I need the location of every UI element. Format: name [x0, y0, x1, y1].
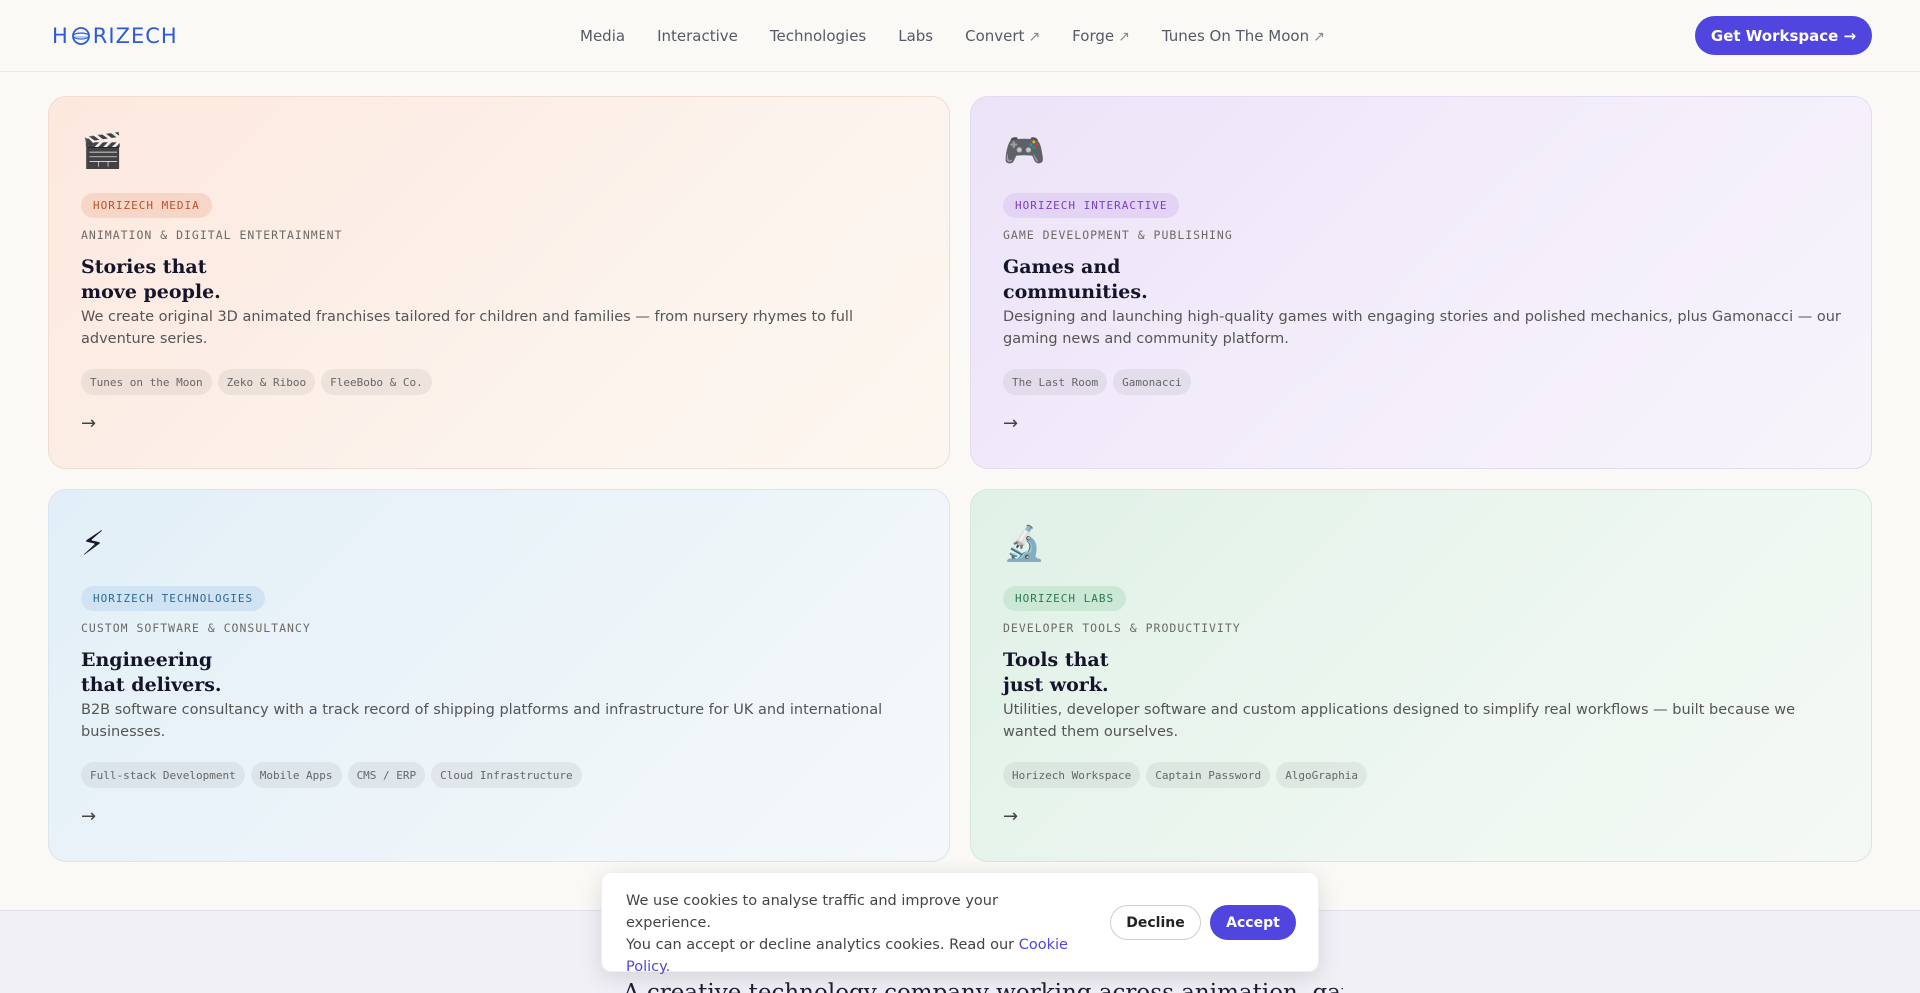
get-workspace-button[interactable]: Get Workspace →: [1695, 16, 1872, 55]
card-kicker: CUSTOM SOFTWARE & CONSULTANCY: [81, 621, 311, 635]
cookie-message: We use cookies to analyse traffic and im…: [626, 893, 1068, 975]
card-headline: Tools that just work.: [1003, 649, 1109, 696]
card-media[interactable]: 🎬 HORIZECH MEDIA ANIMATION & DIGITAL ENT…: [48, 96, 950, 469]
card-badge: HORIZECH MEDIA: [81, 193, 212, 218]
arrow-right-icon[interactable]: →: [1003, 806, 1018, 827]
horizech-logo[interactable]: H RIZECH: [52, 22, 178, 50]
decline-button[interactable]: Decline: [1110, 905, 1201, 940]
tag: Zeko & Riboo: [217, 369, 316, 395]
card-tags: Full-stack Development Mobile Apps CMS /…: [81, 762, 582, 788]
main-nav: Media Interactive Technologies Labs Conv…: [580, 24, 1357, 48]
lightning-icon: ⚡: [81, 524, 105, 564]
card-labs[interactable]: 🔬 HORIZECH LABS DEVELOPER TOOLS & PRODUC…: [970, 489, 1872, 862]
tag: Full-stack Development: [81, 762, 245, 788]
card-tags: Tunes on the Moon Zeko & Riboo FleeBobo …: [81, 369, 432, 395]
logo-text-right: RIZECH: [92, 24, 178, 48]
card-badge: HORIZECH INTERACTIVE: [1003, 193, 1180, 218]
gamepad-icon: 🎮: [1003, 131, 1046, 171]
nav-convert[interactable]: Convert ↗: [965, 24, 1040, 48]
tag: Tunes on the Moon: [81, 369, 212, 395]
card-kicker: ANIMATION & DIGITAL ENTERTAINMENT: [81, 228, 343, 242]
nav-labs[interactable]: Labs: [898, 24, 933, 48]
nav-interactive[interactable]: Interactive: [657, 24, 738, 48]
card-headline: Stories that move people.: [81, 256, 221, 303]
tag: Horizech Workspace: [1003, 762, 1141, 788]
arrow-right-icon[interactable]: →: [81, 413, 96, 434]
globe-icon: [71, 27, 90, 45]
card-description: B2B software consultancy with a track re…: [81, 702, 883, 740]
accept-button[interactable]: Accept: [1210, 905, 1296, 940]
card-description: We create original 3D animated franchise…: [81, 309, 853, 347]
tag: AlgoGraphia: [1276, 762, 1368, 788]
nav-media[interactable]: Media: [580, 24, 625, 48]
external-link-icon: ↗: [1313, 29, 1325, 45]
tag: Gamonacci: [1113, 369, 1191, 395]
tag: Mobile Apps: [250, 762, 342, 788]
card-kicker: DEVELOPER TOOLS & PRODUCTIVITY: [1003, 621, 1241, 635]
card-headline: Games and communities.: [1003, 256, 1148, 303]
nav-technologies[interactable]: Technologies: [770, 24, 866, 48]
site-header: H RIZECH Media Interactive Technologies …: [0, 0, 1920, 72]
arrow-right-icon[interactable]: →: [1003, 413, 1018, 434]
logo-text-left: H: [52, 24, 69, 48]
arrow-right-icon[interactable]: →: [81, 806, 96, 827]
tag: FleeBobo & Co.: [321, 369, 432, 395]
intro-tagline: A creative technology company working ac…: [623, 980, 1343, 993]
tag: Cloud Infrastructure: [431, 762, 582, 788]
nav-forge[interactable]: Forge ↗: [1072, 24, 1130, 48]
card-badge: HORIZECH TECHNOLOGIES: [81, 586, 266, 611]
clapperboard-icon: 🎬: [81, 131, 124, 171]
card-headline: Engineering that delivers.: [81, 649, 222, 696]
nav-tunes-on-the-moon[interactable]: Tunes On The Moon ↗: [1162, 24, 1325, 48]
tag: CMS / ERP: [347, 762, 426, 788]
microscope-icon: 🔬: [1003, 524, 1046, 564]
external-link-icon: ↗: [1118, 29, 1130, 45]
card-kicker: GAME DEVELOPMENT & PUBLISHING: [1003, 228, 1233, 242]
card-tags: The Last Room Gamonacci: [1003, 369, 1191, 395]
card-interactive[interactable]: 🎮 HORIZECH INTERACTIVE GAME DEVELOPMENT …: [970, 96, 1872, 469]
tag: The Last Room: [1003, 369, 1108, 395]
card-technologies[interactable]: ⚡ HORIZECH TECHNOLOGIES CUSTOM SOFTWARE …: [48, 489, 950, 862]
tag: Captain Password: [1146, 762, 1271, 788]
card-description: Utilities, developer software and custom…: [1003, 702, 1796, 740]
cookie-banner: We use cookies to analyse traffic and im…: [601, 872, 1319, 975]
card-tags: Horizech Workspace Captain Password Algo…: [1003, 762, 1368, 788]
card-badge: HORIZECH LABS: [1003, 586, 1127, 611]
card-description: Designing and launching high-quality gam…: [1003, 309, 1841, 347]
external-link-icon: ↗: [1028, 29, 1041, 45]
